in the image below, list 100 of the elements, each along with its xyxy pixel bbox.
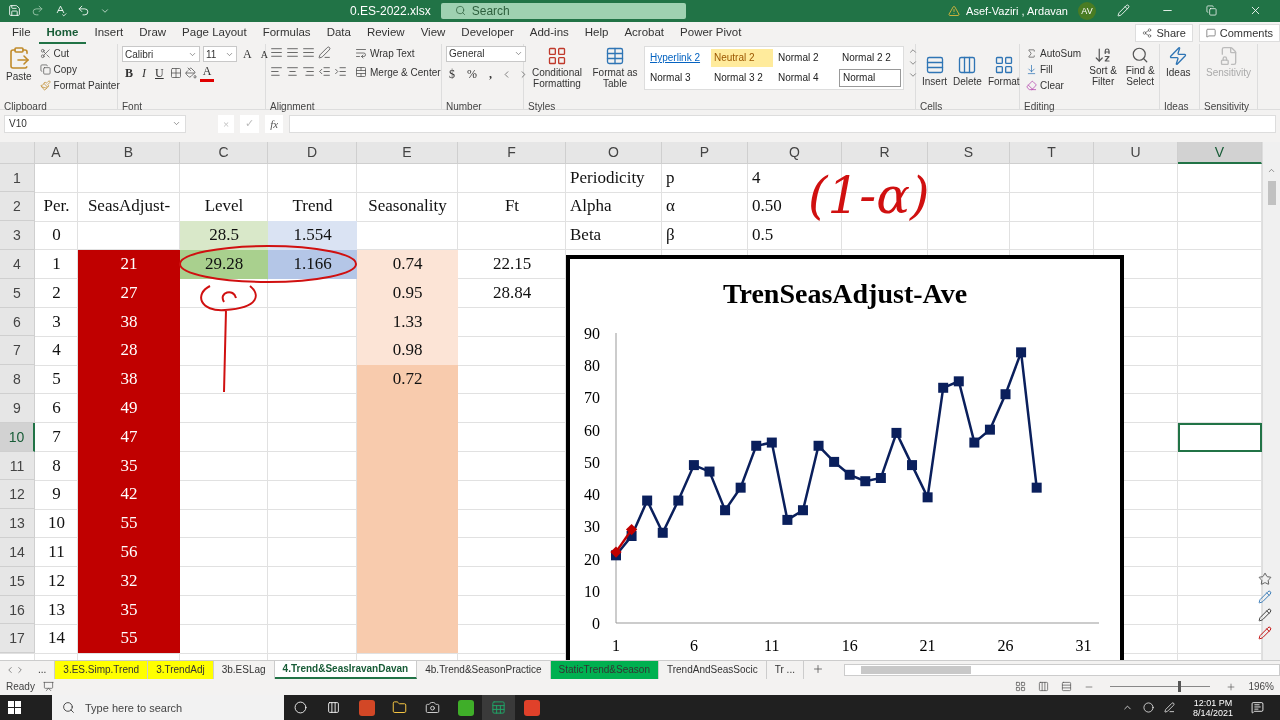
row-header[interactable]: 1 [0,163,35,193]
menu-tab[interactable]: Data [318,21,359,44]
fill-button[interactable]: Fill [1024,61,1055,77]
column-header[interactable]: E [357,141,458,164]
table-cell[interactable]: 47 [78,422,180,452]
cut-button[interactable]: Cut [37,45,72,61]
cells-button[interactable]: Format [985,54,1022,87]
sheet-tab[interactable]: TrendAndSeasSocic [658,660,767,679]
pen-icon[interactable] [1258,607,1272,622]
table-cell[interactable]: 0.98 [357,336,458,366]
spreadsheet-icon[interactable] [491,700,506,715]
wrap-text-button[interactable]: Wrap Text [353,45,417,61]
task-view-icon[interactable] [327,701,340,714]
comments-button[interactable]: Comments [1198,23,1280,42]
recorder-app-icon[interactable] [523,699,540,716]
merge-center-button[interactable]: Merge & Center [353,64,443,80]
horizontal-scrollbar[interactable] [843,663,1280,676]
column-header[interactable]: B [78,141,180,164]
column-header[interactable]: A [35,141,78,164]
table-cell[interactable]: 38 [78,307,180,337]
table-cell[interactable]: 42 [78,480,180,510]
menu-tab[interactable]: View [412,21,454,44]
menu-tab[interactable]: Formulas [254,21,319,44]
grid-icon[interactable] [547,45,567,66]
sigma-icon[interactable] [1026,47,1037,59]
merge-icon[interactable] [355,66,367,79]
table-cell[interactable]: 35 [78,451,180,481]
table-icon[interactable] [605,45,625,66]
percent-button[interactable]: % [464,65,480,83]
menu-tab[interactable]: Developer [453,21,522,44]
wrap-text-icon[interactable] [355,47,367,60]
orientation-icon[interactable] [318,45,331,59]
sheet-tab[interactable]: 3.TrendAdj [148,660,214,679]
align-top-icon[interactable] [270,45,283,59]
menu-tab[interactable]: Acrobat [616,21,673,44]
cells-button[interactable]: Delete [951,54,984,87]
row-header[interactable]: 8 [0,365,35,395]
grow-font-button[interactable]: A [240,45,255,63]
zoom-in-icon[interactable] [1226,681,1237,692]
bold-button[interactable]: B [122,64,136,82]
table-cell[interactable]: 35 [78,595,180,625]
table-cell[interactable] [1178,422,1262,452]
column-header[interactable]: Q [748,141,842,164]
column-header[interactable]: F [458,141,566,164]
table-cell[interactable]: 27 [78,278,180,308]
table-cell[interactable]: 56 [78,538,180,567]
italic-button[interactable]: I [139,64,149,82]
table-cell[interactable]: 0.74 [357,250,458,279]
row-header[interactable]: 3 [0,221,35,251]
table-cell[interactable]: 28 [78,336,180,366]
sort-filter-button[interactable]: Sort & Filter [1086,45,1121,87]
clear-button[interactable]: Clear [1024,77,1066,93]
menu-tab[interactable]: Draw [131,21,175,44]
font-color-button[interactable]: A [199,64,215,82]
sort-icon[interactable] [1094,45,1113,64]
comma-button[interactable]: , [486,65,495,83]
pen-icon[interactable] [1258,625,1272,640]
row-header[interactable]: 5 [0,278,35,308]
currency-button[interactable]: $ [446,65,458,83]
align-center-icon[interactable] [286,64,299,78]
undo-icon[interactable] [77,4,90,18]
row-header[interactable]: 17 [0,624,35,654]
search-field[interactable]: Search [440,2,686,19]
pen-icon[interactable] [1258,589,1272,604]
row-header[interactable]: 2 [0,192,35,222]
row-header[interactable]: 10 [0,422,35,452]
lightning-icon[interactable] [1168,45,1189,66]
next-sheet-icon[interactable] [15,664,25,675]
autosum-button[interactable]: AutoSum [1024,45,1084,61]
column-header[interactable]: D [268,141,357,164]
font-name-field[interactable]: Calibri [122,46,200,63]
eraser-icon[interactable] [1026,79,1037,91]
table-cell[interactable]: 28.5 [180,221,268,251]
menu-tab[interactable]: Review [358,21,413,44]
ideas-button[interactable]: Ideas [1164,45,1193,96]
menu-tab[interactable]: Page Layout [174,21,255,44]
column-header[interactable]: R [842,141,928,164]
insert-function-button[interactable]: fx [265,114,284,133]
copy-icon[interactable] [39,63,51,75]
table-cell[interactable] [357,624,458,654]
row-header[interactable]: 9 [0,394,35,423]
table-cell[interactable]: 0.95 [357,278,458,308]
camera-icon[interactable] [425,700,440,715]
align-bottom-icon[interactable] [302,45,315,59]
align-middle-icon[interactable] [286,45,299,59]
table-cell[interactable]: 1.33 [357,307,458,337]
avatar[interactable]: AV [1078,1,1096,20]
restore-icon[interactable] [1205,5,1217,17]
paste-button[interactable]: Paste [4,45,34,96]
scroll-thumb[interactable] [1267,180,1276,205]
previous-sheet-icon[interactable] [5,664,15,675]
comment-icon[interactable] [1205,27,1216,38]
column-header[interactable]: S [928,141,1010,164]
zoom-thumb[interactable] [1178,681,1182,693]
row-header[interactable]: 14 [0,538,35,567]
sheet-tab[interactable]: 4.Trend&SeasIravanDavan [274,660,418,679]
menu-tab[interactable]: Help [576,21,617,44]
row-header[interactable]: 6 [0,307,35,337]
table-icon[interactable] [957,54,978,75]
presentation-app-icon[interactable] [358,699,375,716]
